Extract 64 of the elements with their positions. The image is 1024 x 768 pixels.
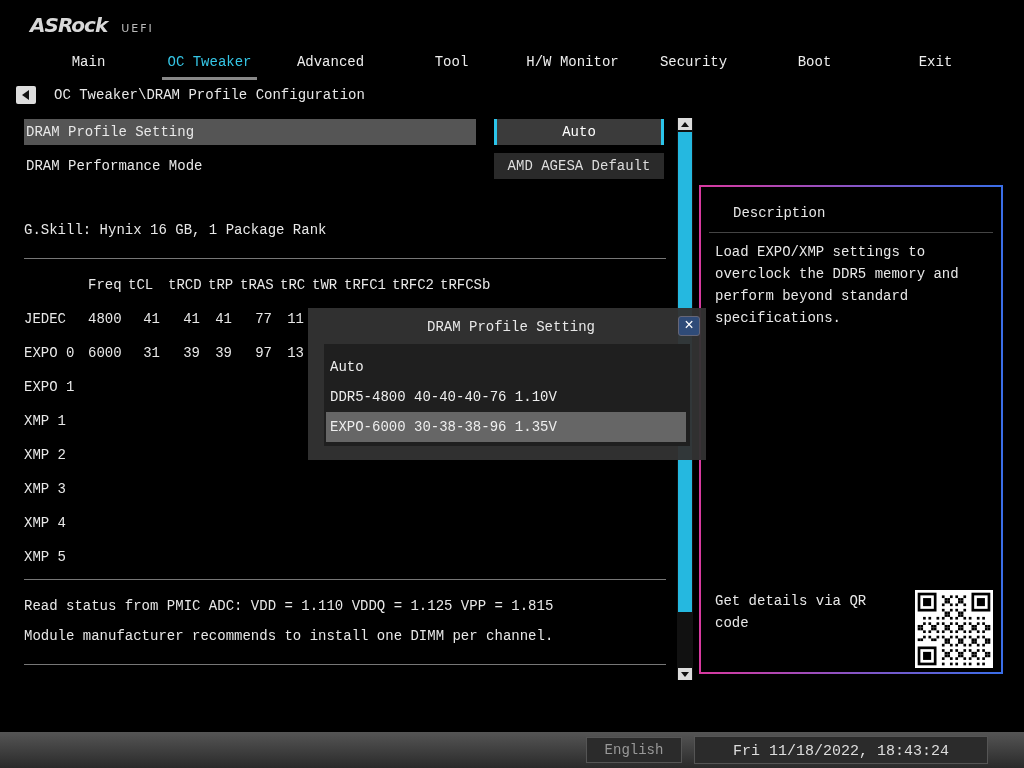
down-arrow-icon — [681, 671, 689, 677]
table-cell-text: 39 — [214, 344, 233, 363]
profile-name: XMP 3 — [24, 480, 67, 499]
setting-label[interactable]: DRAM Profile Setting — [24, 119, 476, 145]
dialog-option[interactable]: Auto — [326, 352, 686, 382]
setting-label[interactable]: DRAM Performance Mode — [24, 153, 476, 179]
menu-tab[interactable]: Boot — [754, 44, 875, 80]
setting-value-button[interactable]: AMD AGESA Default — [494, 153, 664, 179]
scroll-down-button[interactable] — [678, 668, 692, 680]
table-cell-text: 4800 — [88, 310, 123, 329]
brand-logo: ASRock — [30, 12, 108, 39]
table-cell-text: 13 — [286, 344, 305, 363]
profile-name: XMP 2 — [24, 446, 67, 465]
menu-tab[interactable]: Main — [28, 44, 149, 80]
column-header: Freq — [88, 276, 123, 295]
table-cell-text: 31 — [142, 344, 161, 363]
menu-tab[interactable]: OC Tweaker — [149, 44, 270, 80]
up-arrow-icon — [681, 121, 689, 127]
close-button[interactable]: × — [678, 316, 700, 336]
column-header: tRFC1 — [344, 276, 387, 295]
column-header: tCL — [128, 276, 155, 295]
back-button[interactable] — [16, 86, 36, 104]
column-header: tRFCSb — [440, 276, 492, 295]
back-arrow-icon — [22, 90, 30, 100]
module-info: G.Skill: Hynix 16 GB, 1 Package Rank — [24, 221, 328, 240]
breadcrumb: OC Tweaker\DRAM Profile Configuration — [54, 85, 365, 105]
profile-name: EXPO 1 — [24, 378, 76, 397]
language-button[interactable]: English — [586, 737, 682, 763]
description-text: Load EXPO/XMP settings to overclock the DDR5 memory and perform beyond standard specifications. — [715, 243, 960, 328]
column-header: tRFC2 — [392, 276, 435, 295]
profile-name: XMP 4 — [24, 514, 67, 533]
status-text: Module manufacturer recommends to install one DIMM per channel. — [24, 627, 555, 646]
dialog-option[interactable]: EXPO-6000 30-38-38-96 1.35V — [326, 412, 686, 442]
menu-tab[interactable]: Tool — [391, 44, 512, 80]
status-text: Read status from PMIC ADC: VDD = 1.110 VDDQ = 1.125 VPP = 1.815 — [24, 597, 555, 616]
column-header: tRC — [280, 276, 307, 295]
menu-tab[interactable]: H/W Monitor — [512, 44, 633, 80]
qr-caption: Get details via QR code — [715, 592, 868, 633]
table-cell-text: 41 — [214, 310, 233, 329]
dialog-option[interactable]: DDR5-4800 40-40-40-76 1.10V — [326, 382, 686, 412]
table-cell-text: 77 — [254, 310, 273, 329]
column-header: tRAS — [240, 276, 275, 295]
column-header: tWR — [312, 276, 339, 295]
menu-tab[interactable]: Exit — [875, 44, 996, 80]
setting-value-button[interactable]: Auto — [494, 119, 664, 145]
scroll-up-button[interactable] — [678, 118, 692, 130]
table-cell-text: 41 — [142, 310, 161, 329]
table-cell-text: 41 — [182, 310, 201, 329]
profile-name: XMP 1 — [24, 412, 67, 431]
menu-tab[interactable]: Security — [633, 44, 754, 80]
uefi-label: UEFI — [121, 21, 154, 37]
profile-name: EXPO 0 — [24, 344, 76, 363]
table-cell-text: 39 — [182, 344, 201, 363]
column-header: tRP — [208, 276, 235, 295]
menu-tab[interactable]: Advanced — [270, 44, 391, 80]
table-cell-text: 6000 — [88, 344, 123, 363]
profile-name: XMP 5 — [24, 548, 67, 567]
description-title: Description — [709, 187, 993, 233]
table-cell-text: 11 — [286, 310, 305, 329]
table-cell-text: 97 — [254, 344, 273, 363]
dialog-title: DRAM Profile Setting — [427, 317, 595, 337]
date-time: Fri 11/18/2022, 18:43:24 — [694, 736, 988, 764]
profile-name: JEDEC — [24, 310, 67, 329]
column-header: tRCD — [168, 276, 203, 295]
